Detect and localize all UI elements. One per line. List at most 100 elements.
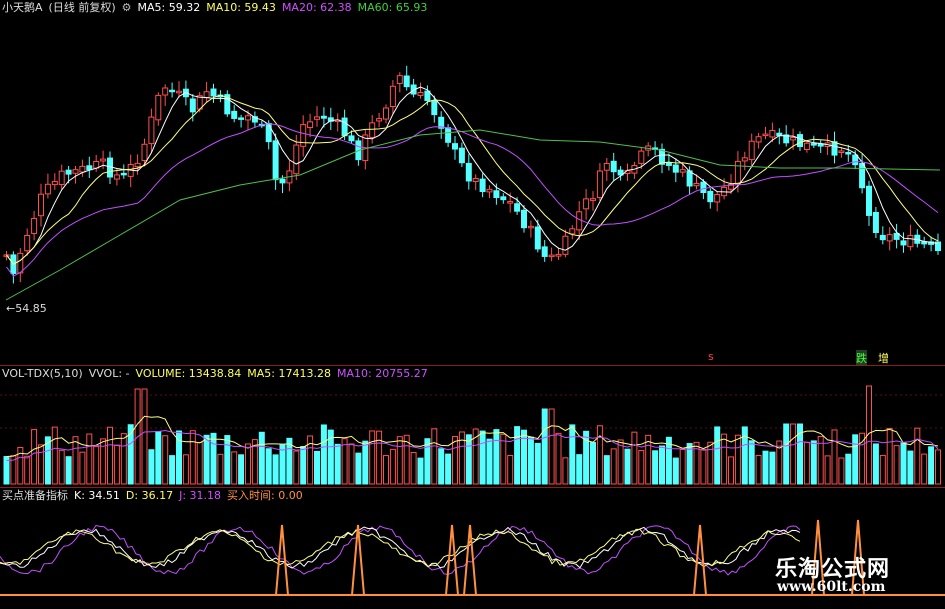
- buy-time-value: 买入时间: 0.00: [227, 489, 303, 502]
- candle: [762, 133, 769, 137]
- volume-bar: [596, 425, 603, 485]
- vol-ma10-value: MA10: 20755.27: [336, 367, 428, 380]
- volume-bar: [479, 430, 486, 485]
- candle: [120, 172, 127, 176]
- candle: [845, 152, 852, 155]
- ma20-value: MA20: 62.38: [281, 1, 352, 14]
- ma60-value: MA60: 65.93: [357, 1, 428, 14]
- volume-bar: [445, 453, 452, 485]
- volume-bar: [162, 435, 169, 485]
- volume-bar: [452, 436, 458, 485]
- volume-bar: [928, 446, 935, 485]
- volume-bar: [320, 424, 327, 485]
- volume-bar: [38, 444, 44, 485]
- candle: [831, 141, 838, 156]
- volume-bar: [65, 456, 72, 485]
- volume-bar: [590, 442, 596, 485]
- gear-icon[interactable]: ⚙: [122, 1, 132, 14]
- volume-bar: [755, 454, 762, 485]
- ma5-value: MA5: 59.32: [137, 1, 201, 14]
- signal-marker-rise: 增: [878, 352, 889, 365]
- volume-bar: [217, 453, 224, 485]
- volume-bar: [348, 443, 355, 485]
- volume-bar: [238, 454, 245, 485]
- volume-bar: [900, 442, 907, 485]
- volume-bar: [362, 440, 369, 485]
- price-chart-canvas[interactable]: [0, 0, 945, 364]
- volume-bar: [169, 455, 176, 485]
- candle: [314, 116, 320, 120]
- volume-bar: [879, 454, 886, 485]
- volume-bar: [141, 388, 148, 485]
- volume-bar: [541, 408, 548, 485]
- volume-bar: [555, 432, 562, 485]
- volume-bar: [31, 429, 38, 485]
- volume-chart-pane[interactable]: VOL-TDX(5,10) VVOL: - VOLUME: 13438.84 MA5:…: [0, 366, 945, 486]
- volume-bar: [935, 449, 941, 485]
- candle: [458, 147, 465, 164]
- candle: [341, 117, 348, 137]
- volume-bar: [721, 433, 728, 485]
- indicator-chart-pane[interactable]: 买点准备指标 K: 34.51 D: 36.17 J: 31.18 买入时间: 0.00…: [0, 488, 945, 609]
- candle: [320, 115, 327, 119]
- candle: [686, 170, 693, 187]
- candle: [465, 162, 472, 182]
- candle: [24, 234, 31, 252]
- candle: [569, 228, 576, 235]
- volume-bar: [72, 436, 79, 485]
- candle: [672, 164, 679, 173]
- volume-bar: [783, 423, 790, 485]
- volume-bar: [914, 427, 921, 485]
- volume-bar: [810, 440, 817, 485]
- volume-bar: [355, 452, 362, 485]
- j-value: J: 31.18: [179, 489, 222, 502]
- candle: [348, 135, 355, 142]
- volume-bar: [431, 428, 438, 485]
- candle: [189, 98, 196, 113]
- price-chart-pane[interactable]: 小天鹅A (日线 前复权) ⚙ MA5: 59.32 MA10: 59.43 MA20: …: [0, 0, 945, 366]
- candle: [417, 91, 424, 96]
- candle: [265, 122, 272, 143]
- volume-bar: [790, 423, 797, 485]
- candle: [210, 88, 217, 97]
- candle: [665, 162, 672, 166]
- candle: [376, 118, 383, 122]
- candle: [700, 181, 707, 193]
- vvol-value: VVOL: -: [88, 367, 130, 380]
- volume-bar: [728, 456, 734, 485]
- candle: [521, 209, 527, 229]
- candle: [403, 75, 410, 88]
- volume-bar: [803, 441, 810, 485]
- candle: [852, 154, 859, 166]
- volume-bar: [852, 434, 859, 485]
- volume-bar: [107, 426, 113, 485]
- candle: [445, 127, 452, 143]
- volume-bar: [514, 426, 521, 485]
- volume-bar: [652, 450, 659, 485]
- candle: [603, 162, 610, 171]
- volume-bar: [314, 450, 320, 485]
- candle: [148, 116, 155, 145]
- volume-bar: [872, 443, 879, 485]
- candle: [790, 137, 797, 141]
- candle: [659, 148, 665, 165]
- candle: [555, 253, 562, 257]
- candle: [534, 226, 541, 250]
- ma10-line: [6, 94, 939, 265]
- candle: [17, 252, 24, 274]
- volume-bar: [838, 457, 845, 485]
- candle: [472, 177, 479, 182]
- candle: [810, 143, 817, 146]
- d-value: D: 36.17: [125, 489, 174, 502]
- volume-chart-canvas[interactable]: [0, 366, 945, 486]
- volume-bar: [189, 430, 196, 485]
- candle: [141, 143, 148, 161]
- volume-bar: [93, 446, 100, 485]
- candle: [203, 91, 210, 99]
- low-price-label: ←54.85: [6, 302, 47, 315]
- volume-bar: [410, 452, 417, 485]
- candle: [307, 121, 314, 129]
- candle: [389, 85, 396, 108]
- ma10-value: MA10: 59.43: [206, 1, 276, 14]
- volume-bar: [700, 448, 707, 485]
